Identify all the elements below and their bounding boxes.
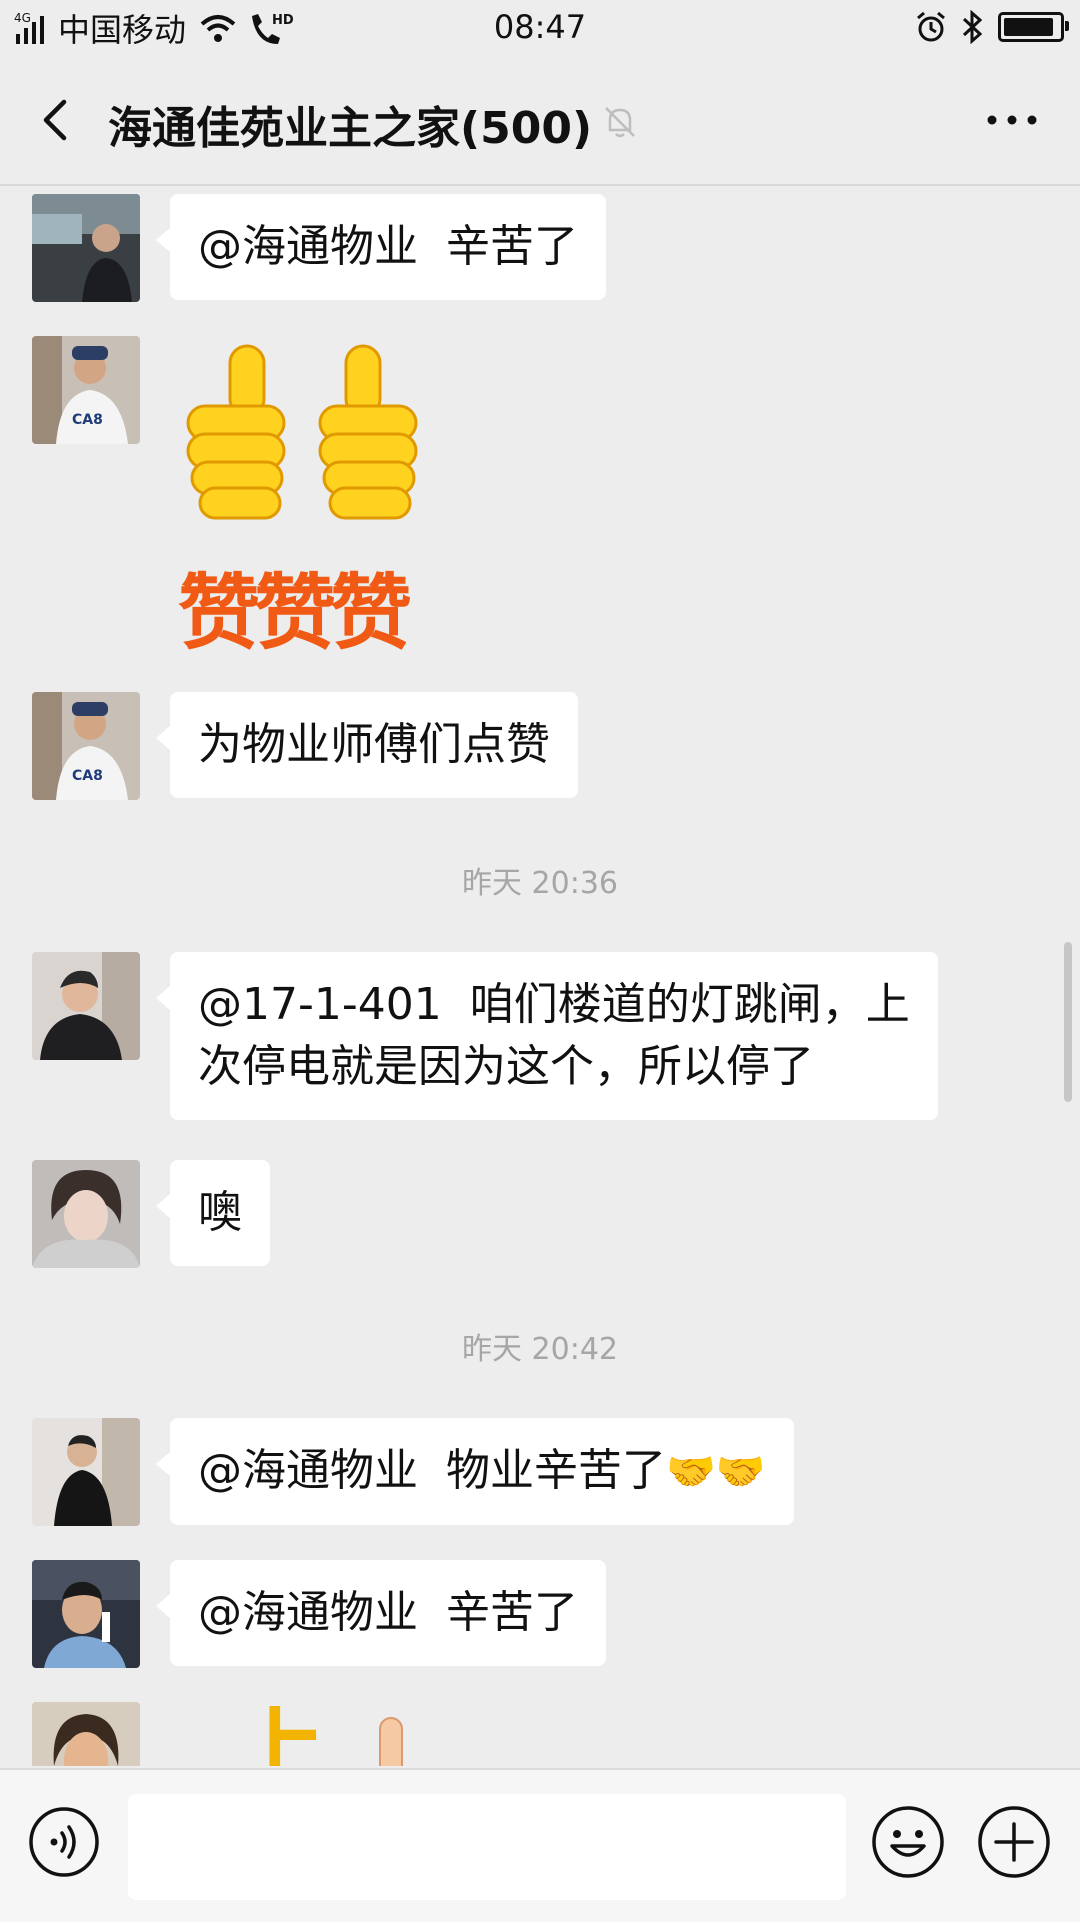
battery-level bbox=[1004, 18, 1053, 36]
message-input[interactable] bbox=[128, 1794, 846, 1900]
avatar[interactable]: CA8 bbox=[32, 336, 140, 444]
voice-button[interactable] bbox=[28, 1806, 100, 1878]
emoji-button[interactable] bbox=[870, 1804, 946, 1880]
message-list[interactable]: @海通物业 辛苦了 CA8 赞赞赞 CA8 为物业师傅们点赞 昨天 20:36 … bbox=[0, 186, 1080, 1766]
message-bubble[interactable]: 噢 bbox=[156, 1160, 270, 1266]
message-text: @海通物业 物业辛苦了 bbox=[198, 1445, 666, 1496]
avatar[interactable] bbox=[32, 1702, 140, 1766]
avatar[interactable] bbox=[32, 1160, 140, 1268]
sticker-text: 赞赞赞 bbox=[178, 566, 412, 661]
avatar[interactable] bbox=[32, 1560, 140, 1668]
chevron-left-icon bbox=[43, 99, 67, 141]
chat-title: 海通佳苑业主之家(500) bbox=[108, 103, 593, 154]
time-divider: 昨天 20:42 bbox=[462, 1332, 618, 1367]
more-horizontal-icon bbox=[987, 115, 1037, 125]
plus-circle-icon bbox=[978, 1806, 1050, 1878]
sticker-partial[interactable]: 上 bbox=[230, 1706, 430, 1766]
thumbs-up-icon bbox=[186, 344, 418, 520]
svg-text:CA8: CA8 bbox=[72, 412, 103, 428]
message-bubble[interactable]: 为物业师傅们点赞 bbox=[156, 692, 578, 798]
bell-off-icon bbox=[605, 107, 635, 138]
message-bubble[interactable]: @海通物业 辛苦了 bbox=[156, 1560, 606, 1666]
back-button[interactable] bbox=[28, 90, 88, 150]
status-right bbox=[914, 10, 1069, 44]
avatar[interactable] bbox=[32, 952, 140, 1060]
message-bubble[interactable]: @17-1-401 咱们楼道的灯跳闸，上 次停电就是因为这个，所以停了 bbox=[156, 952, 938, 1120]
avatar[interactable] bbox=[32, 194, 140, 302]
smile-icon bbox=[872, 1806, 944, 1878]
svg-text:CA8: CA8 bbox=[72, 768, 103, 784]
more-button[interactable] bbox=[982, 100, 1042, 140]
battery-icon bbox=[998, 12, 1069, 42]
more-functions-button[interactable] bbox=[976, 1804, 1052, 1880]
handshake-icon: 🤝🤝 bbox=[665, 1449, 766, 1495]
message-bubble[interactable]: @海通物业 物业辛苦了🤝🤝 bbox=[156, 1418, 794, 1525]
avatar[interactable] bbox=[32, 1418, 140, 1526]
message-bubble[interactable]: @海通物业 辛苦了 bbox=[156, 194, 606, 300]
sticker-thumbs-up[interactable]: 赞赞赞 bbox=[170, 336, 510, 661]
status-bar: 4G 中国移动 HD 08:47 bbox=[0, 0, 1080, 56]
voice-icon bbox=[29, 1807, 99, 1877]
time-divider: 昨天 20:36 bbox=[462, 866, 618, 901]
finger-icon bbox=[379, 1717, 403, 1766]
chat-header: 海通佳苑业主之家(500) bbox=[0, 56, 1080, 186]
alarm-icon bbox=[917, 11, 945, 42]
bluetooth-icon bbox=[962, 10, 983, 44]
input-bar bbox=[0, 1768, 1080, 1922]
scrollbar[interactable] bbox=[1064, 942, 1072, 1102]
avatar[interactable]: CA8 bbox=[32, 692, 140, 800]
